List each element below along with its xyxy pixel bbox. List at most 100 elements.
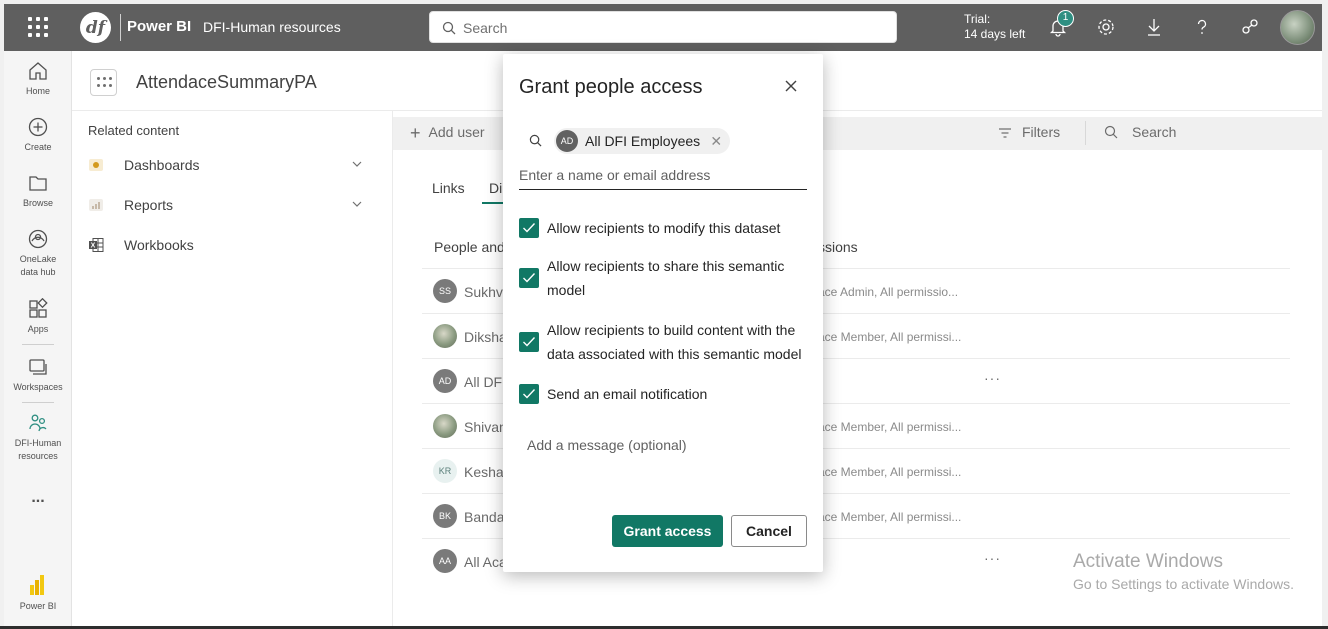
checkbox-checked[interactable] xyxy=(519,218,539,238)
more-options-icon[interactable]: ··· xyxy=(984,370,1001,386)
nav-browse[interactable]: Browse xyxy=(4,172,72,210)
person-permissions: ace Admin, All permissio... xyxy=(818,285,959,299)
nav-home[interactable]: Home xyxy=(4,60,72,98)
filter-icon xyxy=(999,128,1011,138)
download-icon[interactable] xyxy=(1143,16,1165,38)
dashboard-icon xyxy=(89,159,103,171)
person-name: Kesha xyxy=(464,464,504,480)
nav-divider xyxy=(22,344,54,345)
org-logo[interactable]: df xyxy=(80,12,111,43)
column-header-permissions: ssions xyxy=(818,239,858,255)
chevron-down-icon[interactable] xyxy=(352,199,362,209)
column-header-people: People and xyxy=(434,239,505,255)
nav-create[interactable]: Create xyxy=(4,116,72,154)
workspace-name[interactable]: DFI-Human resources xyxy=(203,19,341,35)
checkbox-modify-dataset[interactable]: Allow recipients to modify this dataset xyxy=(519,216,809,240)
nav-onelake[interactable]: OneLake data hub xyxy=(4,228,72,279)
related-reports[interactable]: Reports xyxy=(88,193,368,217)
filters-label: Filters xyxy=(1022,124,1061,140)
add-user-button[interactable]: + Add user xyxy=(410,123,485,144)
people-search[interactable]: Search xyxy=(1104,124,1176,140)
search-icon xyxy=(442,21,456,35)
checkmark-icon xyxy=(523,337,536,347)
search-placeholder: Search xyxy=(463,20,508,36)
gear-icon[interactable] xyxy=(1095,16,1117,38)
nav-browse-label: Browse xyxy=(22,198,53,208)
notification-badge: 1 xyxy=(1057,10,1074,27)
remove-chip-icon[interactable]: ✕ xyxy=(710,128,722,154)
page-title: AttendaceSummaryPA xyxy=(136,72,317,92)
dialog-title: Grant people access xyxy=(519,76,703,98)
nav-apps[interactable]: Apps xyxy=(4,298,72,336)
avatar: AD xyxy=(433,369,457,393)
active-tab-indicator xyxy=(482,202,504,204)
global-search[interactable]: Search xyxy=(429,11,897,43)
nav-current-workspace-label: DFI-Human resources xyxy=(14,438,62,461)
related-workbooks[interactable]: X Workbooks xyxy=(88,233,368,257)
nav-current-workspace[interactable]: DFI-Human resources xyxy=(4,412,72,463)
avatar xyxy=(433,414,457,438)
excel-workbook-icon: X xyxy=(89,238,104,252)
person-name: Diksha xyxy=(464,329,507,345)
home-icon xyxy=(29,62,47,80)
plus-icon: + xyxy=(410,123,421,143)
nav-apps-label: Apps xyxy=(27,324,49,334)
nav-workspaces[interactable]: Workspaces xyxy=(4,356,72,394)
nav-divider xyxy=(22,402,54,403)
top-bar: df Power BI DFI-Human resources Search T… xyxy=(4,4,1322,51)
nav-powerbi[interactable]: Power BI xyxy=(4,573,72,613)
checkmark-icon xyxy=(523,273,536,283)
related-dashboards-label: Dashboards xyxy=(124,157,200,173)
plus-circle-icon xyxy=(28,117,48,137)
avatar: BK xyxy=(433,504,457,528)
message-input[interactable]: Add a message (optional) xyxy=(527,437,687,453)
search-icon xyxy=(1104,125,1118,139)
tab-links[interactable]: Links xyxy=(432,180,465,196)
grant-access-button[interactable]: Grant access xyxy=(612,515,723,547)
apps-icon xyxy=(29,298,48,318)
help-icon[interactable] xyxy=(1191,16,1213,38)
close-icon[interactable] xyxy=(783,78,799,94)
avatar: SS xyxy=(433,279,457,303)
onelake-icon xyxy=(28,229,48,249)
nav-powerbi-label: Power BI xyxy=(19,601,57,611)
checkbox-build-content[interactable]: Allow recipients to build content with t… xyxy=(519,318,809,366)
workspaces-icon xyxy=(29,359,47,375)
more-options-icon[interactable]: ··· xyxy=(984,550,1001,566)
nav-create-label: Create xyxy=(24,142,52,152)
trial-status[interactable]: Trial: 14 days left xyxy=(964,12,1025,42)
checkbox-email-notification[interactable]: Send an email notification xyxy=(519,382,809,406)
recipient-chip[interactable]: AD All DFI Employees ✕ xyxy=(554,128,731,154)
person-name: Banda xyxy=(464,509,505,525)
checkbox-checked[interactable] xyxy=(519,384,539,404)
chevron-down-icon[interactable] xyxy=(352,159,362,169)
person-permissions: ace Member, All permissi... xyxy=(818,465,962,479)
cancel-button[interactable]: Cancel xyxy=(731,515,807,547)
svg-text:X: X xyxy=(91,243,96,250)
checkmark-icon xyxy=(523,223,536,233)
brand-name[interactable]: Power BI xyxy=(127,18,191,35)
checkbox-share-model[interactable]: Allow recipients to share this semantic … xyxy=(519,254,809,302)
checkbox-checked[interactable] xyxy=(519,268,539,288)
checkbox-checked[interactable] xyxy=(519,332,539,352)
people-search-label: Search xyxy=(1132,124,1177,140)
divider xyxy=(392,111,393,629)
search-icon xyxy=(529,134,542,147)
app-launcher-icon[interactable] xyxy=(28,17,48,37)
people-group-icon xyxy=(29,414,47,432)
tab-direct-access[interactable]: Di xyxy=(489,180,502,196)
related-reports-label: Reports xyxy=(124,197,174,213)
related-dashboards[interactable]: Dashboards xyxy=(88,153,368,177)
trial-label: Trial: xyxy=(964,12,991,26)
person-name: Sukhvi xyxy=(464,284,507,300)
folder-icon xyxy=(29,176,47,191)
user-avatar[interactable] xyxy=(1280,10,1315,45)
filters-button[interactable]: Filters xyxy=(998,124,1060,140)
nav-more[interactable]: ... xyxy=(4,490,72,506)
checkbox-label: Allow recipients to build content with t… xyxy=(547,322,802,362)
checkbox-label: Send an email notification xyxy=(547,386,708,402)
divider xyxy=(1085,121,1086,145)
recipient-input[interactable] xyxy=(519,160,807,190)
nav-home-label: Home xyxy=(25,86,50,96)
share-feedback-icon[interactable] xyxy=(1239,16,1261,38)
